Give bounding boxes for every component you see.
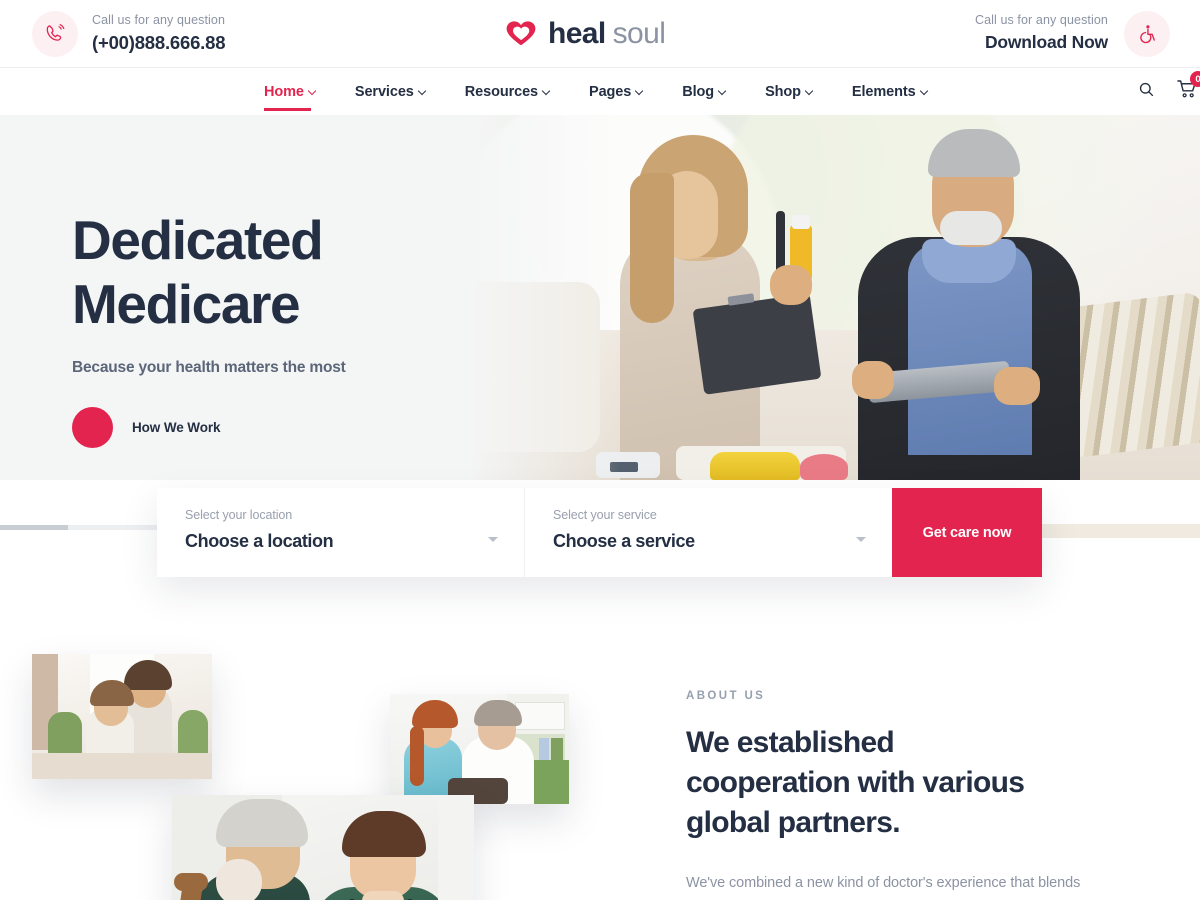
- contact-phone-number[interactable]: (+00)888.666.88: [92, 30, 225, 55]
- location-value: Choose a location: [185, 531, 334, 551]
- about-heading: We established cooperation with various …: [686, 723, 1086, 843]
- top-bar: Call us for any question (+00)888.666.88…: [0, 0, 1200, 67]
- logo-secondary-text: soul: [612, 16, 666, 50]
- about-section: About Us We established cooperation with…: [0, 600, 1200, 900]
- nav-item-pages[interactable]: Pages: [570, 68, 663, 116]
- service-select[interactable]: Select your service Choose a service: [524, 488, 892, 577]
- service-value: Choose a service: [553, 531, 695, 551]
- nav-item-elements[interactable]: Elements: [833, 68, 948, 116]
- hero-title-line-2: Medicare: [72, 273, 301, 335]
- about-eyebrow: About Us: [686, 690, 766, 702]
- nav-item-label: Pages: [589, 83, 632, 100]
- about-photo-collage: [0, 640, 600, 900]
- hero-section: Dedicated Medicare Because your health m…: [0, 115, 1200, 480]
- how-we-work-label: How We Work: [132, 420, 221, 435]
- nav-list: Home Services Resources Pages Blog Shop …: [245, 68, 948, 116]
- site-logo[interactable]: heal soul: [505, 16, 666, 51]
- cart-count-badge: 0: [1190, 71, 1200, 87]
- chevron-down-icon: [719, 87, 727, 95]
- play-circle-icon: [72, 407, 113, 448]
- location-select[interactable]: Select your location Choose a location: [157, 488, 524, 577]
- page-root: Call us for any question (+00)888.666.88…: [0, 0, 1200, 900]
- nav-item-services[interactable]: Services: [336, 68, 446, 116]
- about-heading-line-2: cooperation with various: [686, 766, 1025, 799]
- download-block: Call us for any question Download Now: [974, 10, 1170, 57]
- chevron-down-icon: [419, 87, 427, 95]
- download-caption: Call us for any question: [974, 13, 1108, 27]
- slider-progress-track[interactable]: [0, 525, 160, 530]
- how-we-work-button[interactable]: How We Work: [72, 407, 502, 448]
- nav-item-label: Home: [264, 83, 304, 100]
- nav-item-label: Shop: [765, 83, 801, 100]
- photo-doctor-and-elderly-patient: [172, 795, 474, 900]
- chevron-down-icon: [488, 537, 498, 542]
- about-paragraph: We've combined a new kind of doctor's ex…: [686, 875, 1081, 891]
- nav-item-label: Resources: [464, 83, 539, 100]
- logo-primary-text: heal: [547, 16, 606, 50]
- booking-bar: Select your location Choose a location S…: [157, 488, 1042, 577]
- nav-item-label: Elements: [851, 83, 916, 100]
- photo-nurse-and-elderly-woman: [390, 694, 569, 804]
- nav-actions: 0: [1138, 68, 1200, 116]
- chevron-down-icon: [856, 537, 866, 542]
- chevron-down-icon: [806, 87, 814, 95]
- service-label: Select your service: [553, 508, 657, 522]
- nav-item-home[interactable]: Home: [245, 68, 336, 116]
- photo-mother-and-daughter: [32, 654, 212, 779]
- main-navigation: Home Services Resources Pages Blog Shop …: [0, 67, 1200, 115]
- slider-progress-fill: [0, 525, 68, 530]
- hero-subtitle: Because your health matters the most: [72, 359, 346, 376]
- nav-item-label: Services: [354, 83, 414, 100]
- nav-item-label: Blog: [682, 83, 715, 100]
- location-label: Select your location: [185, 508, 293, 522]
- search-icon[interactable]: [1138, 81, 1155, 103]
- active-indicator: [264, 107, 311, 111]
- chevron-down-icon: [921, 87, 929, 95]
- nav-item-resources[interactable]: Resources: [446, 68, 570, 116]
- about-heading-line-1: We established: [686, 726, 895, 759]
- wheelchair-accessibility-icon[interactable]: [1123, 10, 1170, 57]
- about-heading-line-3: global partners.: [686, 806, 901, 839]
- download-now-button[interactable]: Download Now: [975, 30, 1108, 55]
- hero-content: Dedicated Medicare Because your health m…: [72, 208, 502, 448]
- cart-button[interactable]: 0: [1177, 71, 1200, 104]
- about-text-block: About Us We established cooperation with…: [686, 690, 1086, 900]
- chevron-down-icon: [636, 87, 644, 95]
- phone-ring-icon: [32, 10, 78, 57]
- contact-caption: Call us for any question: [92, 13, 226, 27]
- hero-title-line-1: Dedicated: [72, 209, 324, 271]
- chevron-down-icon: [309, 87, 317, 95]
- peek-cover: [0, 518, 160, 544]
- nav-item-blog[interactable]: Blog: [663, 68, 746, 116]
- get-care-now-button[interactable]: Get care now: [892, 488, 1042, 577]
- heart-logo-icon: [506, 20, 536, 45]
- chevron-down-icon: [543, 87, 551, 95]
- hero-title: Dedicated Medicare: [72, 208, 502, 336]
- nav-item-shop[interactable]: Shop: [746, 68, 833, 116]
- contact-block: Call us for any question (+00)888.666.88: [30, 10, 226, 57]
